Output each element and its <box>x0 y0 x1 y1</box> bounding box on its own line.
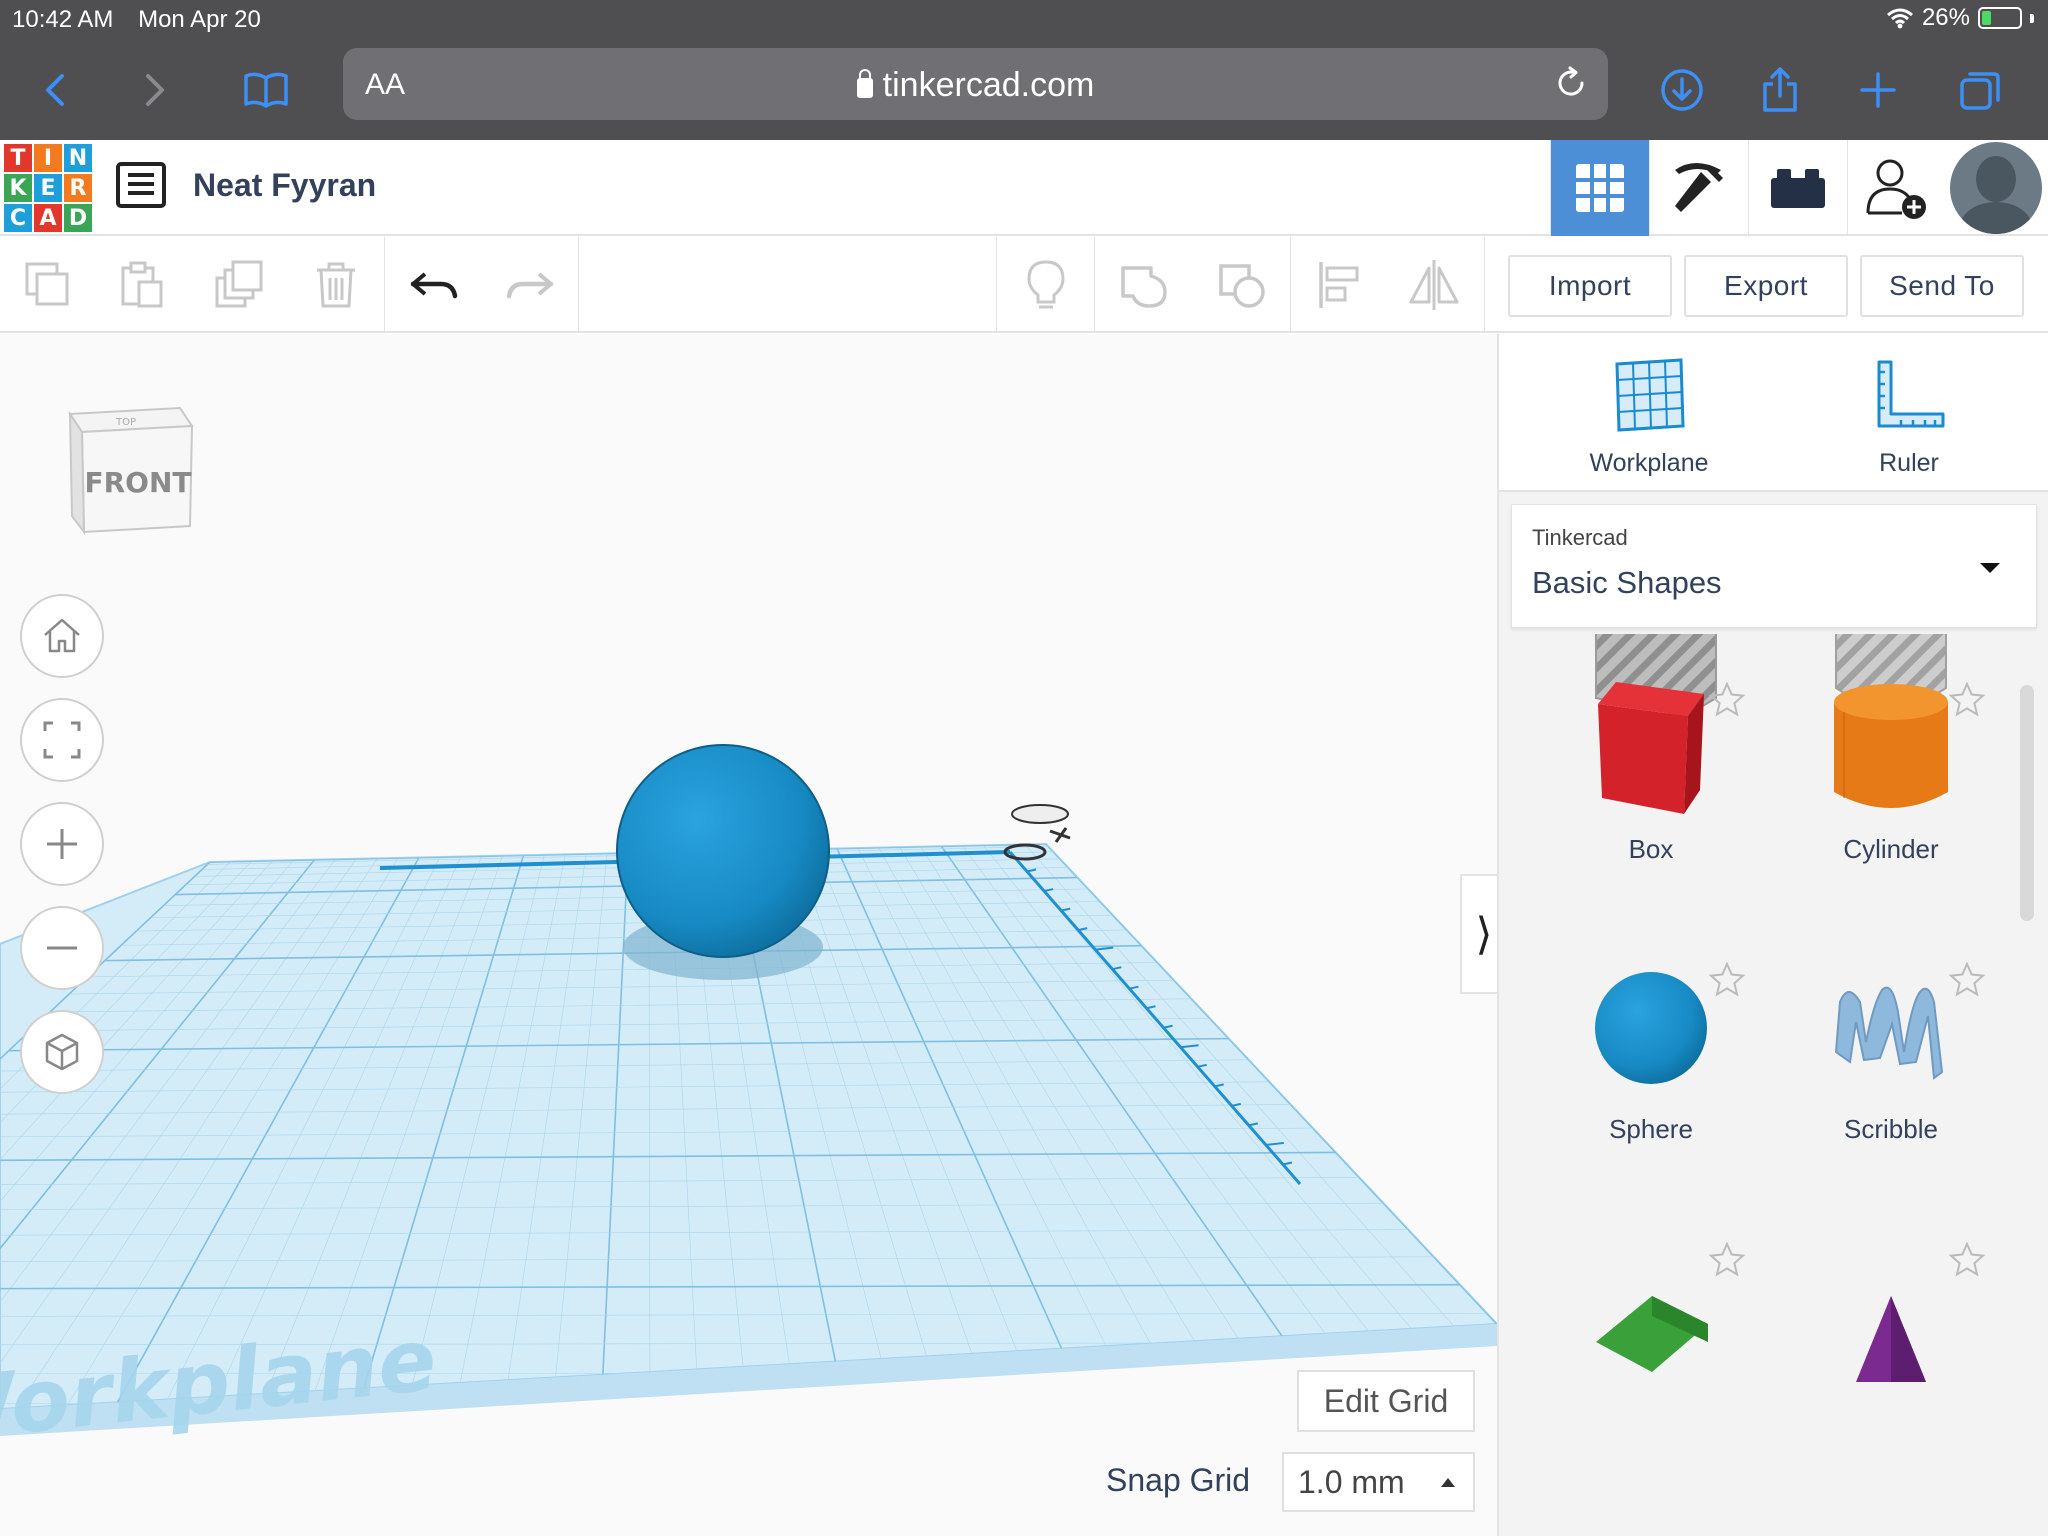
design-menu-button[interactable] <box>116 162 166 208</box>
3d-view-tab[interactable] <box>1550 140 1649 236</box>
minus-icon <box>47 946 77 950</box>
group-icon[interactable] <box>1114 255 1174 315</box>
wifi-icon <box>1886 8 1913 29</box>
cube-perspective-icon <box>45 1033 79 1071</box>
design-title[interactable]: Neat Fyyran <box>193 167 376 204</box>
import-button[interactable]: Import <box>1508 255 1672 317</box>
snap-grid-label: Snap Grid <box>1106 1462 1251 1498</box>
panel-collapse-handle[interactable]: ⟩ <box>1460 874 1497 994</box>
edit-toolbar: Import Export Send To <box>0 237 2048 333</box>
lock-icon <box>856 69 873 98</box>
shape-roof[interactable] <box>1531 1212 1771 1492</box>
workplane-scene[interactable]: Workplane <box>0 334 1497 1536</box>
send-to-button[interactable]: Send To <box>1860 255 2024 317</box>
invite-user-tab[interactable] <box>1847 140 1946 236</box>
mirror-icon[interactable] <box>1404 255 1464 315</box>
logo-letter: A <box>34 204 62 232</box>
logo-letter: K <box>4 174 32 202</box>
ios-status-bar: 10:42 AM Mon Apr 20 26% <box>0 0 2048 40</box>
blocks-tab[interactable] <box>1649 140 1748 236</box>
ungroup-icon[interactable] <box>1212 255 1272 315</box>
sphere-object[interactable] <box>616 744 830 958</box>
shapes-scrollbar[interactable] <box>2020 685 2034 921</box>
duplicate-icon[interactable] <box>210 255 270 315</box>
forward-icon[interactable] <box>126 62 182 118</box>
notes-lightbulb-icon[interactable] <box>1016 255 1076 315</box>
redo-icon[interactable] <box>500 255 560 315</box>
avatar[interactable] <box>1950 142 2042 234</box>
shapes-panel: Workplane Ruler Tinkercad Basic Shapes B… <box>1497 334 2048 1536</box>
svg-text:TOP: TOP <box>115 417 136 428</box>
battery-level <box>1982 11 1992 25</box>
app-header: TIN KER CAD Neat Fyyran <box>0 140 2048 236</box>
fit-view-button[interactable] <box>20 698 104 782</box>
shape-library-dropdown[interactable]: Tinkercad Basic Shapes <box>1511 504 2037 628</box>
align-icon[interactable] <box>1310 255 1370 315</box>
status-date: Mon Apr 20 <box>138 6 261 33</box>
logo-letter: T <box>4 144 32 172</box>
home-icon <box>44 618 80 653</box>
shape-scribble[interactable]: Scribble <box>1771 932 2011 1212</box>
download-icon[interactable] <box>1654 62 1710 118</box>
caret-down-icon <box>1980 563 2000 573</box>
battery-percent: 26% <box>1921 4 1970 31</box>
status-time: 10:42 AM <box>12 6 114 33</box>
add-user-icon <box>1866 159 1926 219</box>
zoom-in-button[interactable] <box>20 802 104 886</box>
ruler-tool[interactable]: Ruler <box>1819 356 1999 478</box>
reload-icon[interactable] <box>1552 64 1590 102</box>
bookmarks-icon[interactable] <box>238 62 294 118</box>
shape-grid: Box Cylinder Box C <box>1499 634 2039 1536</box>
plus-icon <box>47 829 77 859</box>
zoom-out-button[interactable] <box>20 906 104 990</box>
bricks-icon <box>1771 169 1825 208</box>
browser-toolbar: AA tinkercad.com <box>0 40 2048 140</box>
logo-letter: I <box>34 144 62 172</box>
delete-icon[interactable] <box>306 255 366 315</box>
perspective-toggle-button[interactable] <box>20 1010 104 1094</box>
ruler-icon <box>1877 360 1945 428</box>
shape-cylinder[interactable]: Cylinder <box>1771 652 2011 932</box>
url-text: tinkercad.com <box>882 66 1095 104</box>
snap-grid-select[interactable]: 1.0 mm <box>1282 1452 1475 1512</box>
copy-icon[interactable] <box>18 255 78 315</box>
new-tab-icon[interactable] <box>1850 62 1906 118</box>
shape-box[interactable]: Box <box>1531 652 1771 932</box>
chevron-right-icon: ⟩ <box>1475 909 1493 959</box>
view-cube[interactable]: TOP FRONT <box>60 396 200 546</box>
3d-viewport[interactable]: Workplane TOP FRONT ⟩ Edit Grid Snap Gri… <box>0 334 1497 1536</box>
logo-letter: R <box>64 174 92 202</box>
edit-grid-button[interactable]: Edit Grid <box>1297 1370 1475 1432</box>
grid-view-icon <box>1576 164 1624 212</box>
workplane-grid-icon <box>1615 358 1685 432</box>
export-button[interactable]: Export <box>1684 255 1848 317</box>
shape-sphere[interactable]: Sphere <box>1531 932 1771 1212</box>
paste-icon[interactable] <box>112 255 172 315</box>
address-bar[interactable]: AA tinkercad.com <box>343 48 1608 120</box>
bricks-tab[interactable] <box>1748 140 1847 236</box>
logo-letter: N <box>64 144 92 172</box>
battery-icon <box>1978 7 2022 29</box>
tabs-overview-icon[interactable] <box>1952 62 2008 118</box>
share-icon[interactable] <box>1752 62 1808 118</box>
pickaxe-icon <box>1675 163 1723 212</box>
caret-up-icon <box>1441 1478 1455 1487</box>
svg-text:FRONT: FRONT <box>84 466 191 499</box>
shape-cone[interactable] <box>1771 1212 2011 1492</box>
back-icon[interactable] <box>28 62 84 118</box>
tinkercad-logo[interactable]: TIN KER CAD <box>4 144 92 232</box>
undo-icon[interactable] <box>404 255 464 315</box>
logo-letter: C <box>4 204 32 232</box>
logo-letter: D <box>64 204 92 232</box>
workplane-handle-icon[interactable] <box>1011 804 1069 824</box>
fit-all-icon <box>43 721 81 759</box>
workplane-tool[interactable]: Workplane <box>1559 356 1739 478</box>
logo-letter: E <box>34 174 62 202</box>
home-view-button[interactable] <box>20 594 104 678</box>
